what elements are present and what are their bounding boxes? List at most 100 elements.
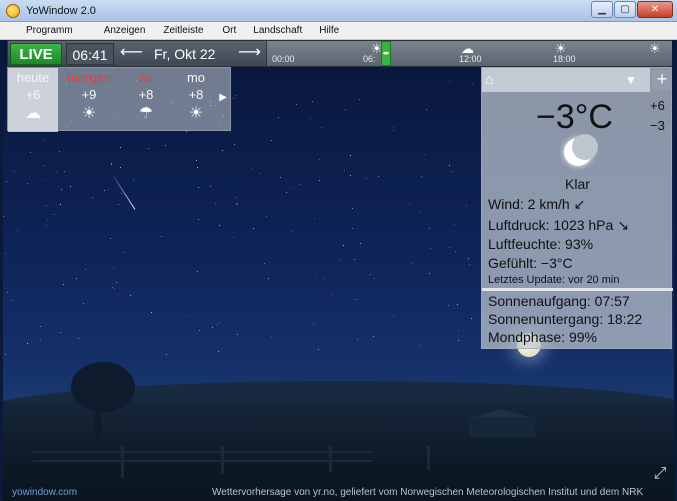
moonphase-row: Mondphase: 99% [488,329,597,345]
star [472,83,474,85]
add-location-button[interactable]: + [652,70,672,90]
star [451,170,453,172]
star [82,302,84,304]
star [315,277,317,279]
previous-day-icon[interactable]: ⟵ [120,45,143,63]
forecast-credit: Wettervorhersage von yr.no, geliefert vo… [212,487,644,498]
star [458,330,460,332]
star [291,231,293,233]
window-titlebar: YoWindow 2.0 ▁ ▢ ✕ [0,0,677,22]
star [270,335,272,337]
star [449,80,451,82]
sunset-row: Sonnenuntergang: 18:22 [488,311,643,327]
star [373,336,375,338]
star [345,108,347,110]
star [251,168,253,170]
star [318,180,320,182]
star [299,183,301,185]
star [4,253,6,255]
star [214,203,216,204]
star [209,185,211,187]
current-weather-panel: ⌂ ▼ + −3°C +6 −3 Klar Wind: 2 km/h ↙ Luf… [481,67,673,349]
star [107,189,109,191]
star [448,246,450,248]
fullscreen-icon[interactable]: ⤢ [650,464,670,484]
maximize-button[interactable]: ▢ [614,1,636,18]
rain-cloud-icon: ☂ [138,105,154,122]
home-icon[interactable]: ⌂ [485,71,493,87]
star [10,300,12,302]
star [351,207,353,209]
star [219,322,221,324]
star [166,353,167,355]
star [62,283,64,285]
timeline-scrubber[interactable]: 00:00 06: 12:00 18:00 ☀ ☁ ☀ ☀ ◂▸ [266,41,672,66]
next-day-icon[interactable]: ⟶ [238,45,261,63]
tree-trunk [95,400,101,440]
star [458,339,460,341]
close-button[interactable]: ✕ [637,1,673,18]
window-title: YoWindow 2.0 [26,4,96,17]
star [85,268,87,270]
forecast-day-today[interactable]: heute +6 ☁ [8,68,58,132]
crescent-moon-shadow [572,134,598,160]
star [113,268,115,270]
star [267,277,269,279]
star [196,159,198,161]
star [354,259,356,261]
star [14,170,16,172]
forecast-day-sunday[interactable]: so +8 ☂ [120,68,172,132]
menu-landschaft[interactable]: Landschaft [253,25,302,36]
star [454,250,456,252]
star [232,97,234,99]
star [6,180,8,182]
more-days-icon[interactable]: ▶ [219,92,227,103]
star [393,129,395,131]
location-selector[interactable]: ⌂ ▼ [482,68,650,92]
last-update-row: Letztes Update: vor 20 min [488,274,620,286]
star [130,294,132,296]
sun-cloud-icon: ☀ [81,105,97,122]
star [393,127,395,129]
star [428,227,430,229]
star [374,278,376,280]
cloud-icon: ☁ [25,105,41,122]
star [211,327,213,329]
menu-zeitleiste[interactable]: Zeitleiste [163,25,203,36]
menu-anzeigen[interactable]: Anzeigen [104,25,146,36]
minimize-button[interactable]: ▁ [591,1,613,18]
star [236,197,238,199]
star [426,109,428,111]
star [352,227,354,229]
star [278,116,280,118]
star [253,227,255,229]
star [165,144,167,146]
star [64,171,66,173]
star [313,217,315,219]
star [318,158,320,160]
star [359,243,361,245]
menu-programm[interactable]: Programm [26,25,73,36]
star [46,218,48,220]
forecast-day-monday[interactable]: mo +8 ☀ [174,68,218,132]
forecast-day-tomorrow[interactable]: morgen +9 ☀ [60,68,118,132]
star [6,291,8,293]
star [355,299,357,301]
menu-hilfe[interactable]: Hilfe [319,25,339,36]
current-temperature: −3°C [536,98,613,136]
star [323,278,325,280]
star [189,315,191,317]
star [418,211,420,213]
chevron-down-icon[interactable]: ▼ [625,73,637,87]
menu-ort[interactable]: Ort [222,25,236,36]
live-button[interactable]: LIVE [10,43,62,65]
site-link[interactable]: yowindow.com [12,487,77,498]
star [453,224,455,226]
timeline-handle[interactable]: ◂▸ [381,41,391,66]
menubar: Programm Anzeigen Zeitleiste Ort Landsch… [0,22,677,40]
date-label: Fr, Okt 22 [154,46,216,62]
star [59,204,61,206]
star [150,312,152,314]
star [197,187,199,189]
star [69,185,71,187]
